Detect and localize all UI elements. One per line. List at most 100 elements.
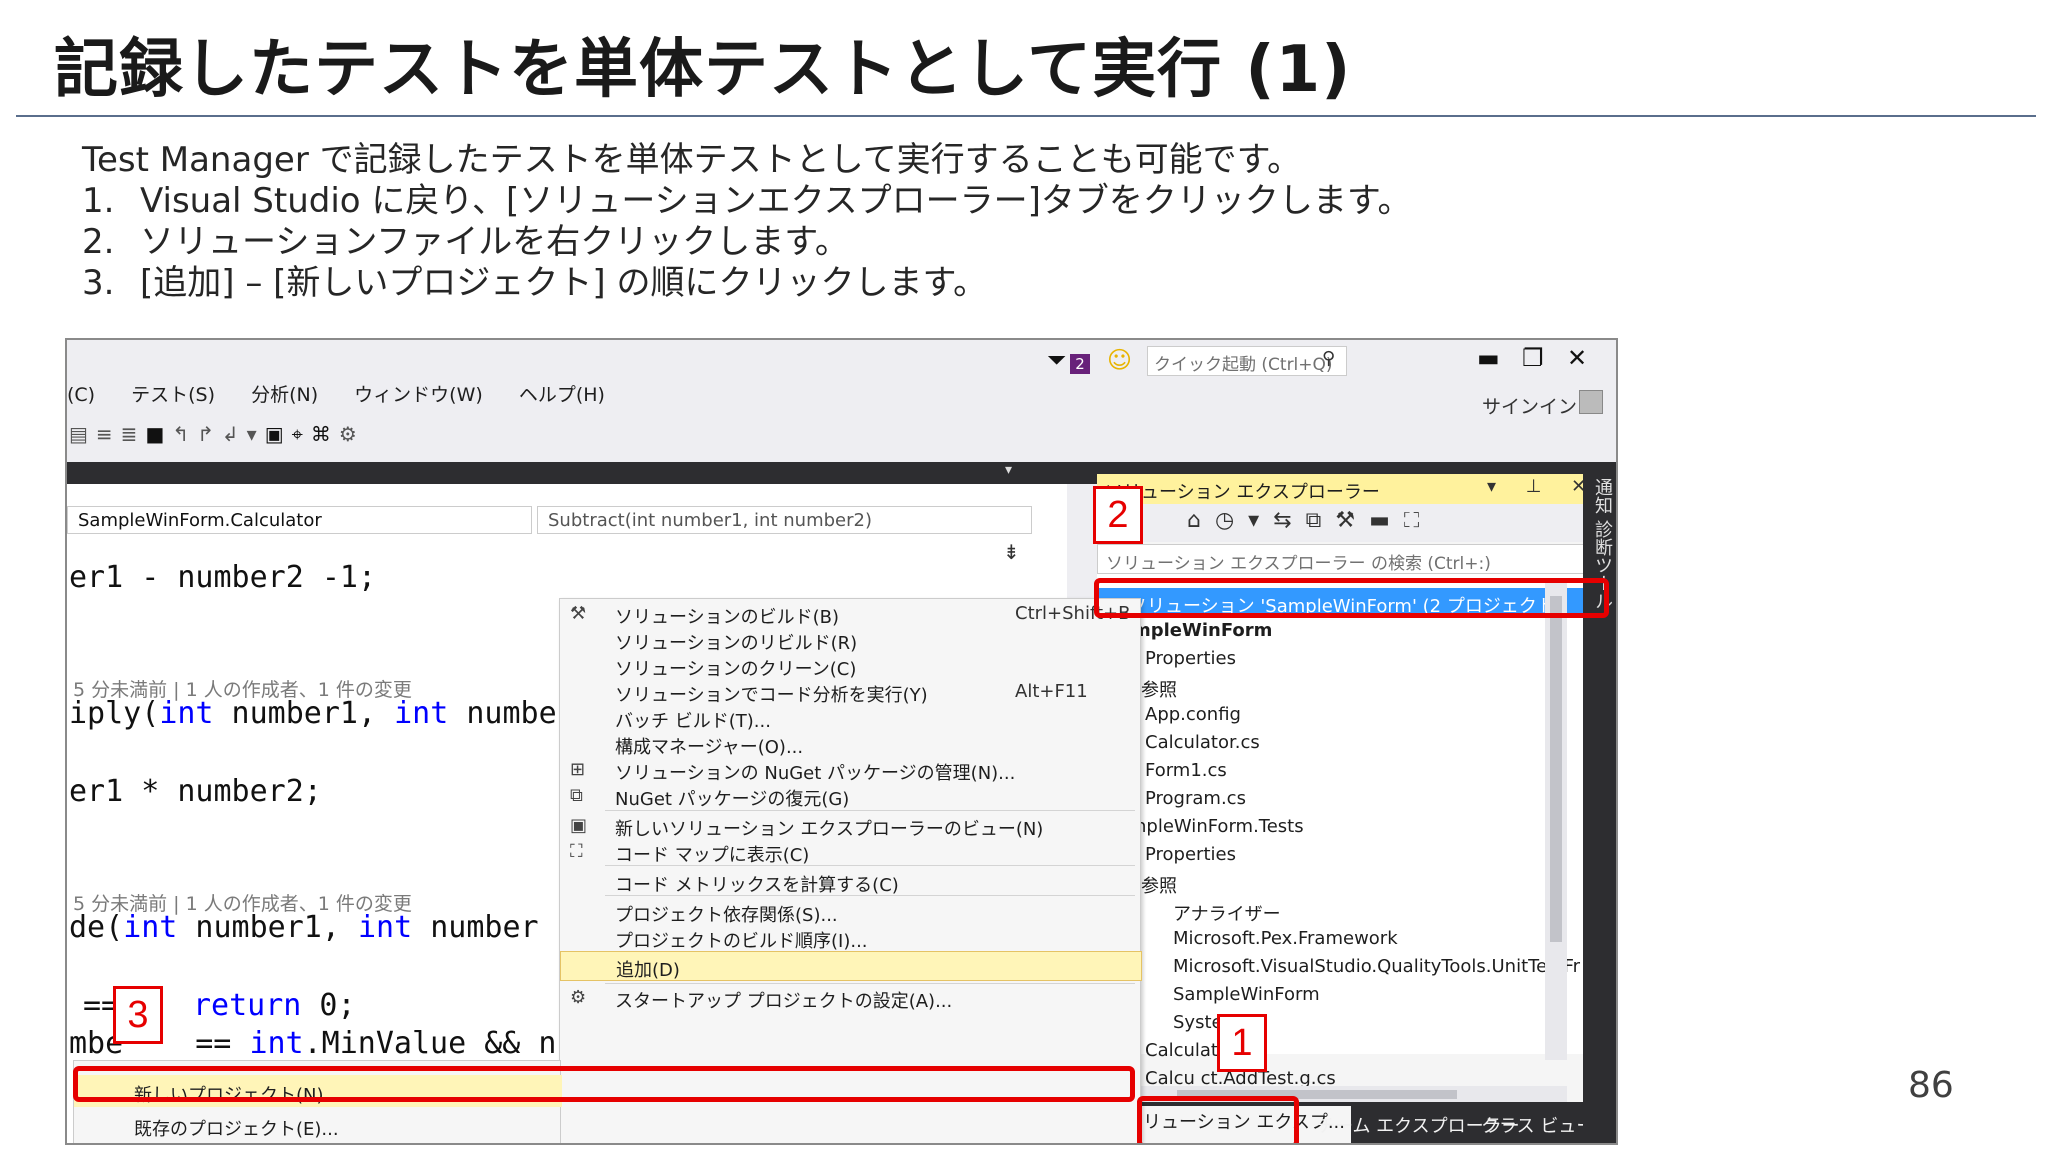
class-navigation-dropdown[interactable]: SampleWinForm.Calculator [67, 506, 532, 534]
menu-item-build-order[interactable]: プロジェクトのビルド順序(I)... [560, 923, 1142, 953]
filter-icon[interactable]: ⏷ [1047, 346, 1066, 374]
menu-item-test[interactable]: テスト(S) [131, 384, 215, 406]
minimize-icon[interactable]: ▬ [1477, 344, 1500, 372]
tree-item[interactable]: App.config [1145, 704, 1241, 725]
slide-title: 記録したテストを単体テストとして実行 (1) [54, 33, 1352, 107]
code-line: iply(int number1, int numbe [69, 696, 557, 731]
chevron-down-icon[interactable]: ▾ [1005, 462, 1012, 478]
code-text: numbe [448, 696, 557, 731]
menu-bar: (C) テスト(S) 分析(N) ウィンドウ(W) ヘルプ(H) [67, 380, 635, 412]
toolbar-icon[interactable]: ⚙ [339, 422, 365, 446]
wrench-icon[interactable]: ⚒ [1335, 508, 1369, 533]
tree-item[interactable]: Syste [1173, 1012, 1223, 1033]
solution-tree [1097, 574, 1597, 1054]
toolbar: ▤≡≣■↰↱↲▾▣⌖⌘⚙ [69, 422, 365, 456]
toolbar-icon[interactable]: ≣ [121, 422, 146, 446]
close-icon[interactable]: ✕ [1567, 344, 1587, 372]
menu-item-restore-nuget[interactable]: ⧉ NuGet パッケージの復元(G) [560, 781, 1142, 811]
menu-item-add[interactable]: 追加(D) [560, 951, 1142, 981]
history-icon[interactable]: ◷▾ [1215, 508, 1273, 533]
tree-item[interactable]: Properties [1145, 844, 1236, 865]
tree-item[interactable]: Microsoft.Pex.Framework [1173, 928, 1398, 949]
menu-item-code-metrics[interactable]: コード メトリックスを計算する(C) [560, 867, 1142, 897]
tree-item-project[interactable]: mpleWinForm [1132, 620, 1272, 641]
menu-item-set-startup[interactable]: ⚙ スタートアップ プロジェクトの設定(A)... [560, 983, 1142, 1013]
menu-item-analyze[interactable]: 分析(N) [251, 384, 318, 406]
sign-in-link[interactable]: サインイン [1482, 392, 1577, 419]
code-keyword: return [193, 988, 302, 1023]
tree-item[interactable]: Calculator.cs [1145, 732, 1260, 753]
toolbar-icon[interactable]: ▣ [265, 422, 292, 446]
side-rail: 通知 診断ツール [1583, 464, 1616, 1143]
avatar[interactable] [1579, 390, 1603, 414]
toolbar-icon[interactable]: ↲ [222, 422, 247, 446]
instructions: Test Manager で記録したテストを単体テストとして実行することも可能で… [82, 140, 1411, 304]
restore-icon[interactable]: ❐ [1522, 344, 1544, 372]
tree-item[interactable]: アナライザー [1173, 900, 1281, 926]
home-icon[interactable]: ⌂ [1187, 508, 1215, 533]
gear-icon: ⚙ [570, 987, 587, 1008]
collapse-icon[interactable]: ⧉ [1306, 508, 1336, 533]
search-icon[interactable]: ⚲ [1322, 348, 1335, 369]
split-icon[interactable]: ⇟ [1003, 540, 1020, 564]
page-number: 86 [1908, 1065, 1954, 1106]
solution-explorer-search[interactable]: ソリューション エクスプローラー の検索 (Ctrl+:) [1097, 544, 1597, 574]
annotation-box-solution [1094, 578, 1609, 618]
tree-item[interactable]: 参照 [1141, 676, 1177, 702]
step-number: 3. [82, 263, 115, 303]
step-text: [追加] – [新しいプロジェクト] の順にクリックします。 [140, 263, 988, 303]
step-2: 2. ソリューションファイルを右クリックします。 [82, 222, 1411, 263]
tree-item[interactable]: Microsoft.VisualStudio.QualityTools.Unit… [1173, 956, 1580, 977]
menu-item-help[interactable]: ヘルプ(H) [519, 384, 605, 406]
tab-notifications[interactable]: 通知 [1589, 478, 1615, 514]
feedback-smiley-icon[interactable]: ☺ [1107, 346, 1132, 374]
quick-launch-input[interactable]: クイック起動 (Ctrl+Q) [1147, 346, 1347, 376]
tree-item[interactable]: Program.cs [1145, 788, 1246, 809]
toolbar-icon[interactable]: ⌘ [311, 422, 339, 446]
menu-separator [605, 865, 1135, 866]
toolbar-icon[interactable]: ↰ [172, 422, 197, 446]
menu-item-show-code-map[interactable]: ⛶ コード マップに表示(C) [560, 837, 1142, 867]
tab-class-view[interactable]: クラス ビュー [1481, 1112, 1594, 1138]
toolbar-icon[interactable]: ▾ [247, 422, 265, 446]
code-keyword: int [249, 1026, 304, 1061]
code-text: .MinValue && nu [303, 1026, 575, 1061]
step-number: 2. [82, 222, 115, 262]
toolbar-icon[interactable]: ⌖ [292, 422, 311, 446]
sync-icon[interactable]: ⇆ [1273, 508, 1305, 533]
toolbar-icon[interactable]: ↱ [197, 422, 222, 446]
scrollbar-thumb[interactable] [1550, 596, 1562, 942]
code-text: number1, [177, 910, 358, 945]
code-map-icon: ⛶ [570, 841, 583, 862]
tree-item[interactable]: Form1.cs [1145, 760, 1227, 781]
bookmark-icon[interactable]: ■ [145, 422, 172, 446]
annotation-box-add-new-project [73, 1066, 1135, 1102]
explorer-view-icon: ▣ [570, 815, 588, 836]
tree-item[interactable]: SampleWinForm [1173, 984, 1320, 1005]
tree-item-project[interactable]: npleWinForm.Tests [1135, 816, 1304, 837]
menu-item-window[interactable]: ウィンドウ(W) [354, 384, 483, 406]
annotation-box-solution-explorer-tab [1137, 1096, 1299, 1143]
member-navigation-dropdown[interactable]: Subtract(int number1, int number2) [537, 506, 1032, 534]
code-text: == [177, 1026, 250, 1061]
code-line: return 0; [193, 988, 356, 1023]
submenu-item-existing-project[interactable]: 既存のプロジェクト(E)... [74, 1109, 562, 1141]
nuget-icon: ⊞ [570, 759, 586, 780]
toolbar-icon[interactable]: ≡ [96, 422, 121, 446]
code-text: number [412, 910, 539, 945]
panel-controls[interactable]: ▾ ⊥ ✕ [1487, 476, 1598, 497]
menu-separator [605, 895, 1135, 896]
tree-item[interactable]: 参照 [1141, 872, 1177, 898]
notification-badge: 2 [1070, 354, 1090, 374]
toolbar-icon[interactable]: ▤ [69, 422, 96, 446]
menu-item[interactable]: (C) [67, 384, 95, 406]
class-diagram-icon[interactable]: ⛶ [1404, 508, 1433, 533]
step-number: 1. [82, 181, 115, 221]
callout-3: 3 [113, 986, 163, 1044]
visual-studio-screenshot: ⏷ 2 ☺ クイック起動 (Ctrl+Q) ⚲ ▬ ❐ ✕ (C) テスト(S)… [65, 338, 1618, 1145]
tree-item[interactable]: Properties [1145, 648, 1236, 669]
code-text: number1, [213, 696, 395, 731]
pin-icon[interactable]: ▬ [1369, 508, 1404, 533]
restore-icon: ⧉ [570, 785, 583, 806]
code-text: 0; [301, 988, 356, 1023]
